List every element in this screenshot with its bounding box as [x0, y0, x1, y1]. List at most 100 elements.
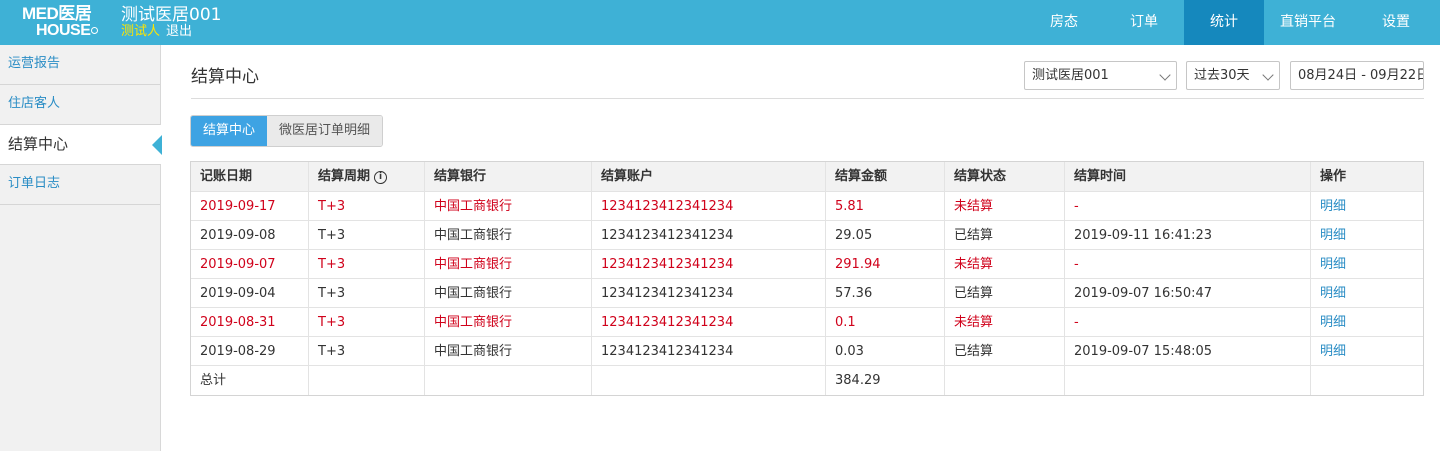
- table-row: 2019-08-29 T+3 中国工商银行 1234123412341234 0…: [191, 337, 1423, 366]
- hotel-select-value: 测试医居001: [1032, 68, 1109, 83]
- detail-link[interactable]: 明细: [1320, 315, 1346, 330]
- cell-bank: 中国工商银行: [425, 192, 592, 220]
- table-row: 2019-09-04 T+3 中国工商银行 1234123412341234 5…: [191, 279, 1423, 308]
- cell-time: 2019-09-07 16:50:47: [1065, 279, 1311, 307]
- range-select-value: 过去30天: [1194, 68, 1250, 83]
- cell-bank: 中国工商银行: [425, 337, 592, 365]
- cell-cycle: T+3: [309, 221, 425, 249]
- table-row: 2019-08-31 T+3 中国工商银行 1234123412341234 0…: [191, 308, 1423, 337]
- cell-cycle: T+3: [309, 250, 425, 278]
- detail-link[interactable]: 明细: [1320, 228, 1346, 243]
- cell-amount: 291.94: [826, 250, 945, 278]
- brand-logo[interactable]: MED医居 HOUSE: [22, 5, 106, 41]
- cell-date: 2019-08-29: [191, 337, 309, 365]
- user-line: 测试人 退出: [121, 24, 192, 40]
- cell-date: 2019-09-08: [191, 221, 309, 249]
- hotel-select[interactable]: 测试医居001: [1024, 61, 1177, 90]
- top-bar: MED医居 HOUSE 测试医居001 测试人 退出 房态 订单 统计 直销平台 …: [0, 0, 1440, 45]
- cell-date: 2019-09-04: [191, 279, 309, 307]
- settlement-table: 记账日期 结算周期 i 结算银行 结算账户 结算金额 结算状态 结算时间 操作 2…: [190, 161, 1424, 396]
- detail-link[interactable]: 明细: [1320, 257, 1346, 272]
- cell-action: 明细: [1311, 192, 1423, 220]
- cell-date: 2019-08-31: [191, 308, 309, 336]
- empty-cell: [945, 366, 1065, 395]
- user-name: 测试人: [121, 24, 161, 39]
- cell-account: 1234123412341234: [592, 250, 826, 278]
- cell-time: -: [1065, 192, 1311, 220]
- empty-cell: [1065, 366, 1311, 395]
- divider: [191, 98, 1424, 99]
- chevron-down-icon: [1262, 69, 1274, 81]
- nav-direct-sales[interactable]: 直销平台: [1264, 0, 1352, 45]
- empty-cell: [1311, 366, 1423, 395]
- column-header: 结算银行: [425, 162, 592, 191]
- table-row: 2019-09-07 T+3 中国工商银行 1234123412341234 2…: [191, 250, 1423, 279]
- nav-statistics[interactable]: 统计: [1184, 0, 1264, 45]
- column-header: 操作: [1320, 169, 1347, 184]
- range-select[interactable]: 过去30天: [1186, 61, 1280, 90]
- column-header: 记账日期: [191, 162, 309, 191]
- nav-orders[interactable]: 订单: [1104, 0, 1184, 45]
- table-row: 2019-09-08 T+3 中国工商银行 1234123412341234 2…: [191, 221, 1423, 250]
- cell-amount: 29.05: [826, 221, 945, 249]
- cell-time: -: [1065, 250, 1311, 278]
- total-label: 总计: [191, 366, 309, 395]
- cell-time: -: [1065, 308, 1311, 336]
- cell-account: 1234123412341234: [592, 221, 826, 249]
- chevron-down-icon: [1159, 69, 1171, 81]
- cell-status: 未结算: [945, 192, 1065, 220]
- cell-action: 明细: [1311, 337, 1423, 365]
- registered-mark-icon: [91, 27, 99, 34]
- page-title: 结算中心: [191, 67, 259, 87]
- cell-account: 1234123412341234: [592, 279, 826, 307]
- cell-amount: 0.03: [826, 337, 945, 365]
- column-header: 结算金额: [826, 162, 945, 191]
- cell-date: 2019-09-17: [191, 192, 309, 220]
- cell-amount: 0.1: [826, 308, 945, 336]
- column-header: 结算状态: [945, 162, 1065, 191]
- cell-status: 已结算: [945, 279, 1065, 307]
- tab-settlement-center[interactable]: 结算中心: [191, 116, 268, 146]
- cell-bank: 中国工商银行: [425, 308, 592, 336]
- cell-account: 1234123412341234: [592, 337, 826, 365]
- nav-settings[interactable]: 设置: [1352, 0, 1440, 45]
- column-header: 结算时间: [1065, 162, 1311, 191]
- nav-room-status[interactable]: 房态: [1024, 0, 1104, 45]
- cell-action: 明细: [1311, 279, 1423, 307]
- sidebar-item-settlement-center[interactable]: 结算中心: [0, 125, 162, 165]
- total-amount: 384.29: [826, 366, 945, 395]
- table-header-row: 记账日期 结算周期 i 结算银行 结算账户 结算金额 结算状态 结算时间 操作: [191, 162, 1423, 192]
- logout-link[interactable]: 退出: [166, 24, 192, 39]
- date-range-input[interactable]: 08月24日 - 09月22日: [1290, 61, 1424, 90]
- cell-account: 1234123412341234: [592, 192, 826, 220]
- sidebar-item-in-house-guests[interactable]: 住店客人: [0, 85, 160, 125]
- sidebar-item-order-log[interactable]: 订单日志: [0, 165, 160, 205]
- logo-line-2: HOUSE: [36, 22, 99, 40]
- cell-cycle: T+3: [309, 337, 425, 365]
- cell-bank: 中国工商银行: [425, 279, 592, 307]
- info-icon[interactable]: i: [374, 171, 388, 184]
- main-nav: 房态 订单 统计 直销平台 设置: [1024, 0, 1440, 45]
- tab-micro-house-order-detail[interactable]: 微医居订单明细: [267, 116, 383, 146]
- cell-action: 明细: [1311, 308, 1423, 336]
- table-total-row: 总计 384.29: [191, 366, 1423, 395]
- cell-bank: 中国工商银行: [425, 221, 592, 249]
- empty-cell: [309, 366, 425, 395]
- detail-link[interactable]: 明细: [1320, 344, 1346, 359]
- cell-amount: 57.36: [826, 279, 945, 307]
- cell-cycle: T+3: [309, 279, 425, 307]
- sidebar-item-operation-report[interactable]: 运营报告: [0, 45, 160, 85]
- cell-status: 已结算: [945, 337, 1065, 365]
- empty-cell: [425, 366, 592, 395]
- detail-link[interactable]: 明细: [1320, 199, 1346, 214]
- cell-status: 未结算: [945, 250, 1065, 278]
- cell-action: 明细: [1311, 250, 1423, 278]
- table-row: 2019-09-17 T+3 中国工商银行 1234123412341234 5…: [191, 192, 1423, 221]
- cell-amount: 5.81: [826, 192, 945, 220]
- cell-cycle: T+3: [309, 308, 425, 336]
- cell-status: 未结算: [945, 308, 1065, 336]
- detail-link[interactable]: 明细: [1320, 286, 1346, 301]
- cell-cycle: T+3: [309, 192, 425, 220]
- hotel-name: 测试医居001: [121, 5, 222, 25]
- empty-cell: [592, 366, 826, 395]
